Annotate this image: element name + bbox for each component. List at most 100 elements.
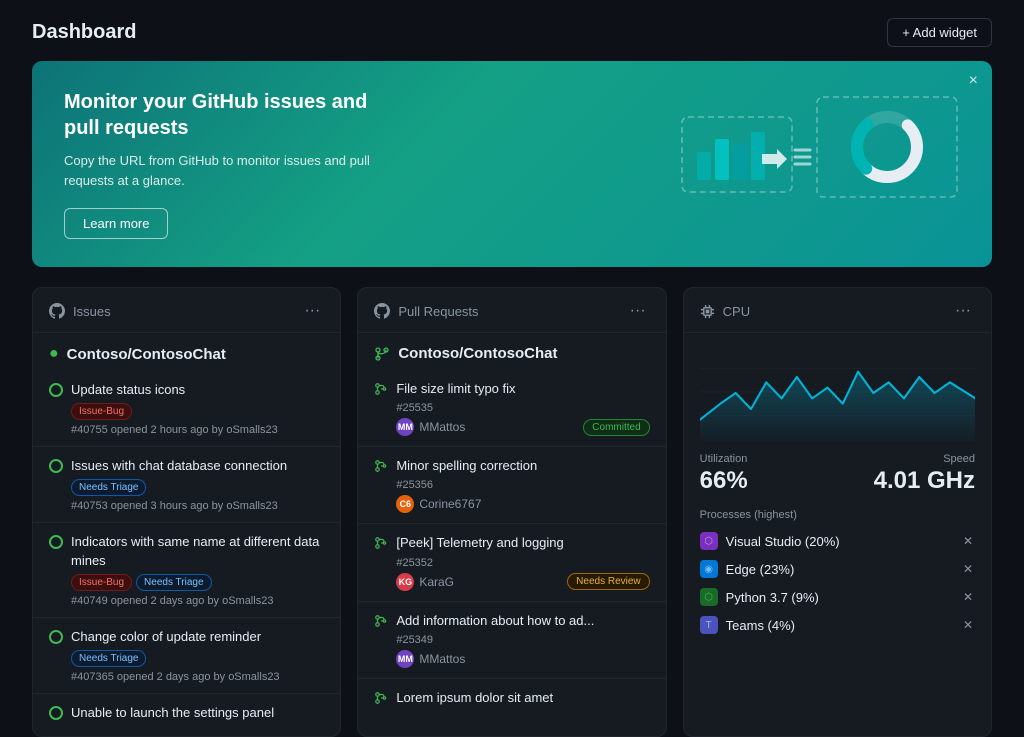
cpu-process-close-edge[interactable]: ✕ (961, 560, 975, 578)
pr-user: KG KaraG (396, 573, 454, 591)
issue-meta: #407365 opened 2 days ago by oSmalls23 (71, 671, 324, 683)
issue-open-indicator (49, 706, 63, 720)
github-icon (49, 303, 65, 319)
utilization-label: Utilization (700, 453, 748, 465)
banner-title: Monitor your GitHub issues and pull requ… (64, 89, 384, 141)
pr-open-icon (374, 382, 388, 396)
issue-title: Indicators with same name at different d… (71, 533, 324, 569)
issue-title-row: Issues with chat database connection (49, 457, 324, 475)
pr-widget-label-group: Pull Requests (374, 303, 478, 319)
cpu-process-teams: T Teams (4%) ✕ (684, 611, 991, 639)
banner-description: Copy the URL from GitHub to monitor issu… (64, 151, 384, 190)
pr-repo-title: Contoso/ContosoChat (358, 333, 665, 370)
pr-avatar: MM (396, 418, 414, 436)
cpu-process-name-vs: Visual Studio (20%) (726, 534, 953, 549)
cpu-chart (684, 333, 991, 453)
pr-title-row: File size limit typo fix (374, 380, 649, 398)
cpu-process-name-python: Python 3.7 (9%) (726, 590, 953, 605)
cpu-widget: CPU ··· (683, 287, 992, 737)
pr-title-row: Add information about how to ad... (374, 612, 649, 630)
pr-title: File size limit typo fix (396, 380, 515, 398)
page-title: Dashboard (32, 21, 136, 44)
cpu-stats: Utilization 66% Speed 4.01 GHz (684, 453, 991, 505)
pr-avatar: KG (396, 573, 414, 591)
pr-number: #25349 (396, 634, 649, 646)
issue-item-3: Indicators with same name at different d… (33, 523, 340, 617)
issue-title-row: Unable to launch the settings panel (49, 704, 324, 722)
pr-avatar: C6 (396, 495, 414, 513)
issues-widget: Issues ··· ● Contoso/ContosoChat Update … (32, 287, 341, 737)
pr-badge-committed: Committed (583, 419, 649, 436)
utilization-value: 66% (700, 467, 748, 495)
cpu-process-name-edge: Edge (23%) (726, 562, 953, 577)
cpu-process-name-teams: Teams (4%) (726, 618, 953, 633)
pr-user: MM MMattos (396, 650, 465, 668)
issue-title-row: Update status icons (49, 381, 324, 399)
pr-title-row: Minor spelling correction (374, 457, 649, 475)
pr-merge-icon (374, 346, 390, 362)
issue-title-row: Change color of update reminder (49, 628, 324, 646)
issues-repo-title: ● Contoso/ContosoChat (33, 333, 340, 371)
issue-item-5: Unable to launch the settings panel (33, 694, 340, 736)
pr-title-row: [Peek] Telemetry and logging (374, 534, 649, 552)
issues-widget-header: Issues ··· (33, 288, 340, 333)
issue-title: Issues with chat database connection (71, 457, 287, 475)
cpu-process-edge: ◉ Edge (23%) ✕ (684, 555, 991, 583)
speed-value: 4.01 GHz (874, 467, 975, 495)
pr-title-row: Lorem ipsum dolor sit amet (374, 689, 649, 707)
cpu-process-close-python[interactable]: ✕ (961, 588, 975, 606)
cpu-widget-menu-button[interactable]: ··· (951, 300, 975, 322)
cpu-process-close-vs[interactable]: ✕ (961, 532, 975, 550)
pr-item-1: File size limit typo fix #25535 MM MMatt… (358, 370, 665, 447)
edge-icon: ◉ (700, 560, 718, 578)
issues-widget-label-group: Issues (49, 303, 111, 319)
pr-title: Add information about how to ad... (396, 612, 594, 630)
main-grid: Issues ··· ● Contoso/ContosoChat Update … (0, 287, 1024, 737)
add-widget-button[interactable]: + Add widget (887, 18, 992, 47)
pr-user-row: MM MMattos Committed (396, 418, 649, 436)
pr-widget-title: Pull Requests (398, 304, 478, 319)
pr-user-row: KG KaraG Needs Review (396, 573, 649, 591)
cpu-widget-header: CPU ··· (684, 288, 991, 333)
pr-item-2: Minor spelling correction #25356 C6 Cori… (358, 447, 665, 524)
pr-number: #25535 (396, 402, 649, 414)
python-icon: ⬡ (700, 588, 718, 606)
issues-repo-open-icon: ● (49, 345, 59, 363)
issue-title-row: Indicators with same name at different d… (49, 533, 324, 569)
tag-triage: Needs Triage (136, 574, 211, 591)
visual-studio-icon: ⬡ (700, 532, 718, 550)
pr-avatar: MM (396, 650, 414, 668)
issue-title: Change color of update reminder (71, 628, 261, 646)
issue-title: Unable to launch the settings panel (71, 704, 274, 722)
pr-widget-menu-button[interactable]: ··· (626, 300, 650, 322)
pr-user-row: MM MMattos (396, 650, 649, 668)
pr-open-icon (374, 536, 388, 550)
pr-item-5: Lorem ipsum dolor sit amet (358, 679, 665, 721)
cpu-widget-label-group: CPU (700, 304, 750, 319)
pr-widget: Pull Requests ··· Contoso/ContosoChat (357, 287, 666, 737)
cpu-process-close-teams[interactable]: ✕ (961, 616, 975, 634)
tag-bug: Issue-Bug (71, 403, 132, 420)
issue-open-indicator (49, 630, 63, 644)
pr-open-icon (374, 459, 388, 473)
github-icon-pr (374, 303, 390, 319)
speed-label: Speed (874, 453, 975, 465)
pr-item-4: Add information about how to ad... #2534… (358, 602, 665, 679)
pr-title: [Peek] Telemetry and logging (396, 534, 563, 552)
issue-tags: Issue-Bug Needs Triage (71, 574, 324, 591)
pr-number: #25352 (396, 557, 649, 569)
issue-open-indicator (49, 383, 63, 397)
issue-tags: Needs Triage (71, 479, 324, 496)
header: Dashboard + Add widget (0, 0, 1024, 61)
banner: Monitor your GitHub issues and pull requ… (32, 61, 992, 267)
pr-title: Lorem ipsum dolor sit amet (396, 689, 553, 707)
banner-illustration (612, 61, 992, 267)
pr-open-icon (374, 614, 388, 628)
issue-item-2: Issues with chat database connection Nee… (33, 447, 340, 523)
cpu-chart-svg (700, 345, 975, 441)
issue-tags: Needs Triage (71, 650, 324, 667)
tag-triage: Needs Triage (71, 650, 146, 667)
issues-widget-menu-button[interactable]: ··· (300, 300, 324, 322)
learn-more-button[interactable]: Learn more (64, 208, 168, 239)
cpu-process-python: ⬡ Python 3.7 (9%) ✕ (684, 583, 991, 611)
